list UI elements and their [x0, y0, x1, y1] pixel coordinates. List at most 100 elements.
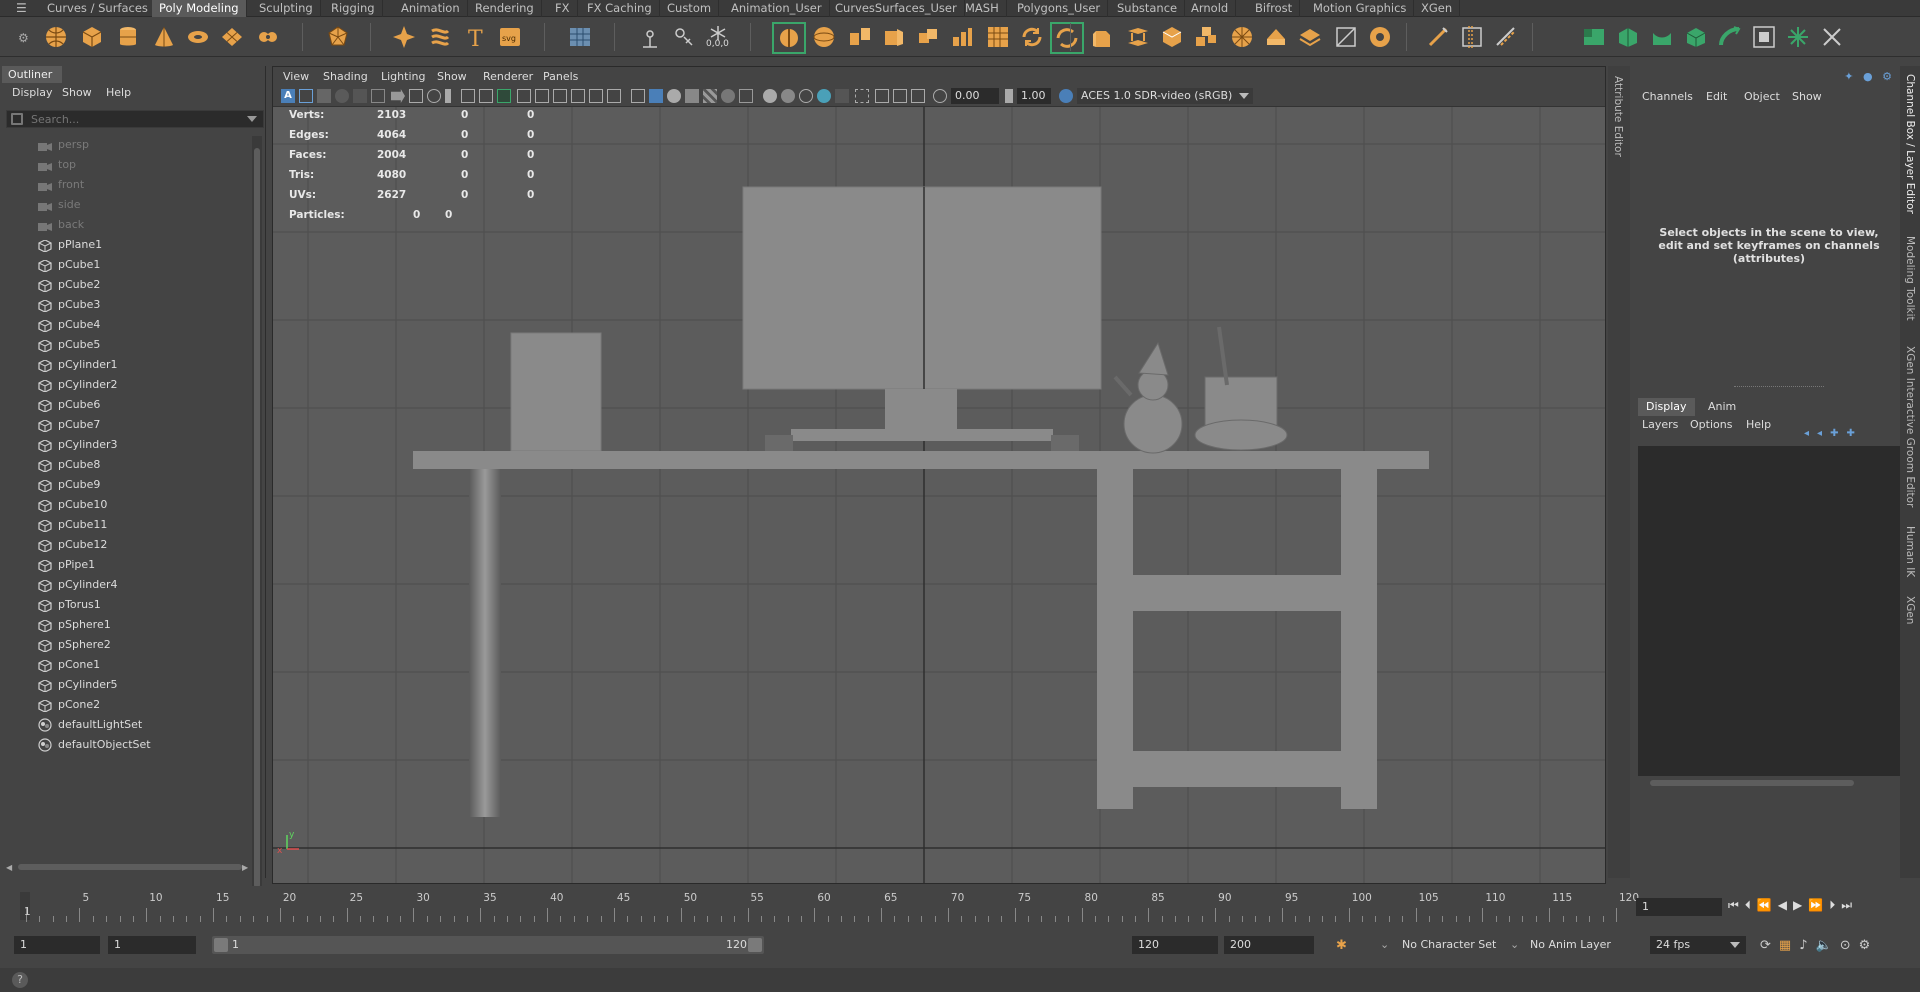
depth-of-field-icon[interactable] [817, 89, 831, 103]
remesh-icon[interactable] [1020, 25, 1044, 49]
smooth-shade-icon[interactable] [649, 89, 663, 103]
field-chart-icon[interactable] [571, 89, 585, 103]
separate-icon[interactable] [848, 25, 872, 49]
playback-end-field[interactable]: 120 [1132, 936, 1218, 954]
layer-list[interactable] [1638, 446, 1900, 776]
range-end-handle[interactable] [748, 938, 762, 952]
fill-hole-icon[interactable] [1230, 25, 1254, 49]
channel-options-icon[interactable]: ✦ [1844, 70, 1853, 83]
outliner-tab[interactable]: Outliner [2, 66, 62, 83]
speaker-icon[interactable]: 🔈 [1816, 938, 1840, 953]
use-all-lights-icon[interactable] [721, 89, 735, 103]
shelf-tab-sculpting[interactable]: Sculpting [252, 0, 321, 17]
textured-icon[interactable] [685, 89, 699, 103]
bookmark-icon[interactable] [445, 89, 451, 103]
layer-horizontal-scrollbar[interactable] [1638, 778, 1900, 788]
shelf-tab-xgen[interactable]: XGen [1414, 0, 1461, 17]
platonic-solid-icon[interactable] [326, 25, 350, 49]
viewport-menu-renderer[interactable]: Renderer [483, 70, 533, 83]
scroll-right-icon[interactable]: ▶ [242, 863, 248, 872]
gate-icon[interactable] [427, 89, 441, 103]
monitor-screen[interactable] [742, 186, 1102, 390]
cabinet-shelf-2[interactable] [1133, 751, 1341, 787]
current-frame-field[interactable]: 1 [1636, 898, 1722, 916]
bevel-icon[interactable] [1160, 25, 1184, 49]
shadows-icon[interactable] [739, 89, 753, 103]
xray-joints-icon[interactable] [875, 89, 889, 103]
anim-layer-dropdown[interactable]: No Anim Layer [1524, 936, 1630, 954]
xray-icon[interactable] [855, 89, 869, 103]
pen-holder-base[interactable] [1194, 419, 1288, 451]
camera-attributes-icon[interactable] [299, 89, 313, 103]
step-forward-frame-icon[interactable]: ⏵ [1829, 898, 1841, 912]
shelf-tab-rendering[interactable]: Rendering [468, 0, 542, 17]
figurine-body[interactable] [1123, 394, 1183, 454]
character-set-dropdown[interactable]: No Character Set [1396, 936, 1512, 954]
retopologize-icon[interactable] [1050, 22, 1084, 54]
shelf-tab-arnold[interactable]: Arnold [1184, 0, 1237, 17]
wireframe-on-shaded-icon[interactable] [667, 89, 681, 103]
loop-icon[interactable]: ⟳ [1760, 938, 1779, 953]
channel-box-menu-object[interactable]: Object [1744, 90, 1780, 103]
channel-box-menu-channels[interactable]: Channels [1642, 90, 1693, 103]
safe-action-icon[interactable] [589, 89, 603, 103]
extract-icon[interactable] [882, 25, 906, 49]
image-plane-icon[interactable] [335, 89, 349, 103]
anti-aliasing-icon[interactable] [799, 89, 813, 103]
help-icon[interactable]: ? [12, 972, 28, 988]
new-layer-selected-icon[interactable]: ✚ [1846, 428, 1862, 439]
outliner-search-input[interactable] [31, 111, 241, 127]
range-start-handle[interactable] [214, 938, 228, 952]
viewport-menu-show[interactable]: Show [437, 70, 467, 83]
poly-cylinder-icon[interactable] [116, 25, 140, 49]
channel-box-menu-edit[interactable]: Edit [1706, 90, 1727, 103]
gate-mask-icon[interactable] [553, 89, 567, 103]
outliner-menu-show[interactable]: Show [62, 86, 92, 99]
outliner-menu-help[interactable]: Help [106, 86, 131, 99]
uv-editor-icon[interactable] [1752, 25, 1776, 49]
poly-torus-icon[interactable] [186, 25, 210, 49]
cabinet-shelf-1[interactable] [1133, 575, 1341, 611]
gamma-icon[interactable] [1005, 89, 1013, 103]
channel-lock-icon[interactable]: ● [1863, 70, 1873, 83]
channel-box-tab[interactable]: Channel Box / Layer Editor [1904, 74, 1916, 214]
shelf-tab-poly-modeling[interactable]: Poly Modeling [152, 0, 247, 17]
wireframe-icon[interactable] [461, 89, 475, 103]
outliner-horizontal-scrollbar[interactable]: ◀ ▶ [6, 862, 252, 872]
shelf-tab-curves-surfaces[interactable]: Curves / Surfaces [40, 0, 156, 17]
move-layer-up-icon[interactable]: ◂ [1804, 428, 1817, 439]
playback-start-field[interactable]: 1 [108, 936, 196, 954]
color-space-dropdown[interactable]: ACES 1.0 SDR-video (sRGB) [1077, 88, 1253, 104]
human-ik-tab[interactable]: Human IK [1904, 526, 1916, 577]
shelf-tab-substance[interactable]: Substance [1110, 0, 1186, 17]
isolate-select-icon[interactable] [835, 89, 849, 103]
step-forward-key-icon[interactable]: ⏩ [1808, 898, 1829, 912]
mirror-icon[interactable] [1684, 25, 1708, 49]
resolution-gate-icon[interactable] [535, 89, 549, 103]
animation-start-field[interactable]: 1 [14, 936, 100, 954]
channel-settings-icon[interactable]: ⚙ [1882, 70, 1892, 83]
fps-dropdown[interactable]: 24 fps [1650, 936, 1746, 954]
modeling-toolkit-tab[interactable]: Modeling Toolkit [1904, 236, 1916, 321]
poly-sphere-icon[interactable] [44, 25, 68, 49]
viewport-menu-view[interactable]: View [283, 70, 309, 83]
grid-toggle-icon[interactable] [497, 89, 511, 103]
connect-icon[interactable] [1334, 25, 1358, 49]
step-back-frame-icon[interactable]: ⏴ [1745, 898, 1757, 912]
scrollbar-thumb[interactable] [254, 148, 260, 888]
2d-pan-zoom-icon[interactable] [353, 89, 367, 103]
time-slider-track[interactable]: 1 5 10 15 20 25 30 35 40 45 50 55 60 65 70 75 80 85 90 95 10… [20, 888, 1639, 922]
insert-edge-loop-icon[interactable] [1460, 25, 1484, 49]
layer-menu-options[interactable]: Options [1690, 418, 1732, 431]
tab-display[interactable]: Display [1638, 398, 1695, 416]
svg-icon[interactable]: svg [498, 25, 522, 49]
camera-icon[interactable] [391, 89, 405, 103]
select-camera-icon[interactable]: A [281, 89, 295, 103]
shelf-tab-custom[interactable]: Custom [660, 0, 720, 17]
scrollbar-thumb[interactable] [1650, 780, 1854, 786]
playback-settings-icon[interactable]: ⊙ [1840, 938, 1859, 953]
gamma-field[interactable]: 1.00 [1017, 88, 1051, 104]
scroll-left-icon[interactable]: ◀ [6, 863, 12, 872]
cabinet-side-right[interactable] [1341, 469, 1377, 809]
snap-icon[interactable] [672, 25, 696, 49]
